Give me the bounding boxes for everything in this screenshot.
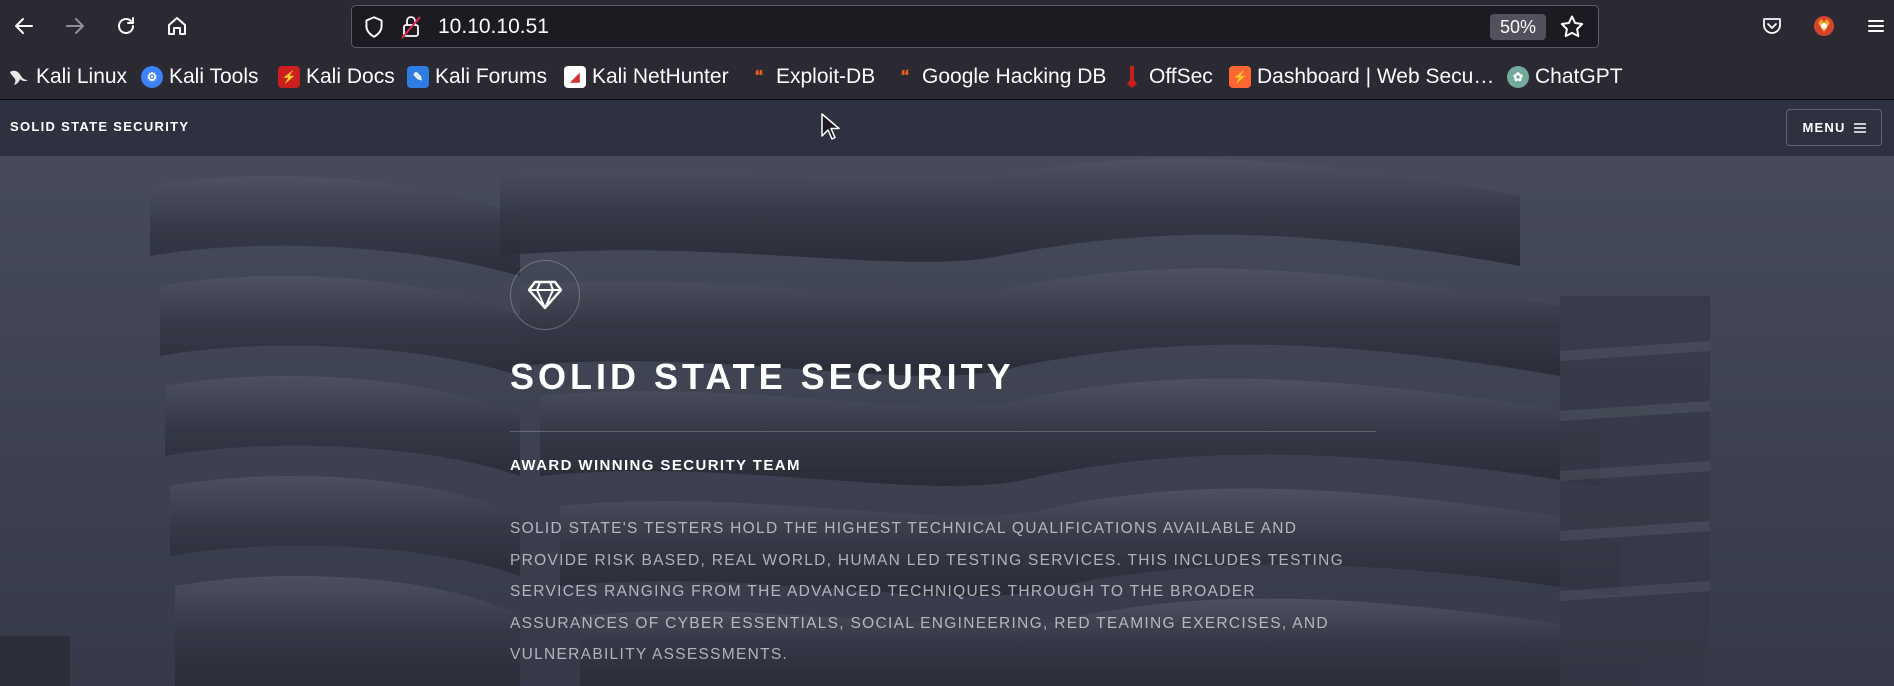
- kali-nethunter-icon: ◢: [564, 66, 586, 88]
- extension-button[interactable]: [1806, 8, 1842, 44]
- forward-button[interactable]: [57, 8, 93, 44]
- back-arrow-icon: [15, 18, 33, 34]
- bookmark-google-hacking-db[interactable]: 🙶 Google Hacking DB: [894, 62, 1107, 92]
- kali-dragon-icon: [8, 66, 30, 88]
- reload-button[interactable]: [108, 8, 144, 44]
- menu-button[interactable]: MENU: [1786, 109, 1882, 146]
- mouse-cursor-icon: [821, 113, 840, 140]
- pocket-icon: [1763, 18, 1781, 34]
- kali-docs-icon: ⚡: [278, 66, 300, 88]
- hero-subtitle: AWARD WINNING SECURITY TEAM: [510, 457, 801, 474]
- bookmark-kali-nethunter[interactable]: ◢ Kali NetHunter: [564, 62, 729, 92]
- bookmark-star-icon[interactable]: [1558, 13, 1586, 41]
- portswigger-icon: ⚡: [1229, 66, 1251, 88]
- home-button[interactable]: [159, 8, 195, 44]
- bookmark-chatgpt[interactable]: ✿ ChatGPT: [1507, 62, 1623, 92]
- kali-tools-icon: ⚙: [141, 66, 163, 88]
- site-header: SOLID STATE SECURITY MENU: [0, 100, 1894, 156]
- bookmark-kali-docs[interactable]: ⚡ Kali Docs: [278, 62, 395, 92]
- diamond-icon: [527, 280, 563, 310]
- app-menu-button[interactable]: [1858, 8, 1894, 44]
- bookmark-kali-linux[interactable]: Kali Linux: [8, 62, 127, 92]
- exploit-db-icon: 🙶: [754, 66, 764, 87]
- address-bar[interactable]: 10.10.10.51 50%: [351, 5, 1599, 48]
- forward-arrow-icon: [66, 18, 84, 34]
- bookmark-kali-tools[interactable]: ⚙ Kali Tools: [141, 62, 259, 92]
- bookmark-kali-forums[interactable]: ✎ Kali Forums: [407, 62, 547, 92]
- home-icon: [168, 17, 186, 35]
- reload-icon: [118, 17, 134, 34]
- insecure-lock-icon[interactable]: [399, 14, 423, 40]
- web-page: SOLID STATE SECURITY MENU SOLID STATE SE…: [0, 100, 1894, 686]
- bookmark-dashboard-web-security[interactable]: ⚡ Dashboard | Web Secu…: [1229, 62, 1494, 92]
- chatgpt-icon: ✿: [1507, 66, 1529, 88]
- url-text[interactable]: 10.10.10.51: [438, 14, 549, 40]
- bookmark-exploit-db[interactable]: 🙶 Exploit-DB: [748, 62, 876, 92]
- hero-description: SOLID STATE'S TESTERS HOLD THE HIGHEST T…: [510, 520, 1344, 663]
- hero-divider: [510, 431, 1376, 432]
- bookmark-offsec[interactable]: OffSec: [1121, 62, 1213, 92]
- hero-icon-circle: [510, 260, 580, 330]
- hamburger-menu-icon: [1868, 20, 1884, 32]
- back-button[interactable]: [6, 8, 42, 44]
- extension-fox-icon: [1814, 16, 1834, 36]
- offsec-icon: [1121, 66, 1143, 88]
- bookmarks-toolbar: Kali Linux ⚙ Kali Tools ⚡ Kali Docs ✎ Ka…: [0, 54, 1894, 100]
- tracking-protection-shield-icon[interactable]: [361, 14, 387, 40]
- browser-toolbar: 10.10.10.51 50%: [0, 0, 1894, 54]
- zoom-level-badge[interactable]: 50%: [1490, 14, 1546, 40]
- pocket-button[interactable]: [1754, 8, 1790, 44]
- hero-title: SOLID STATE SECURITY: [510, 356, 1015, 397]
- kali-forums-icon: ✎: [407, 66, 429, 88]
- ghdb-icon: 🙶: [900, 66, 910, 87]
- site-brand-link[interactable]: SOLID STATE SECURITY: [10, 119, 189, 134]
- menu-bars-icon: [1853, 122, 1866, 133]
